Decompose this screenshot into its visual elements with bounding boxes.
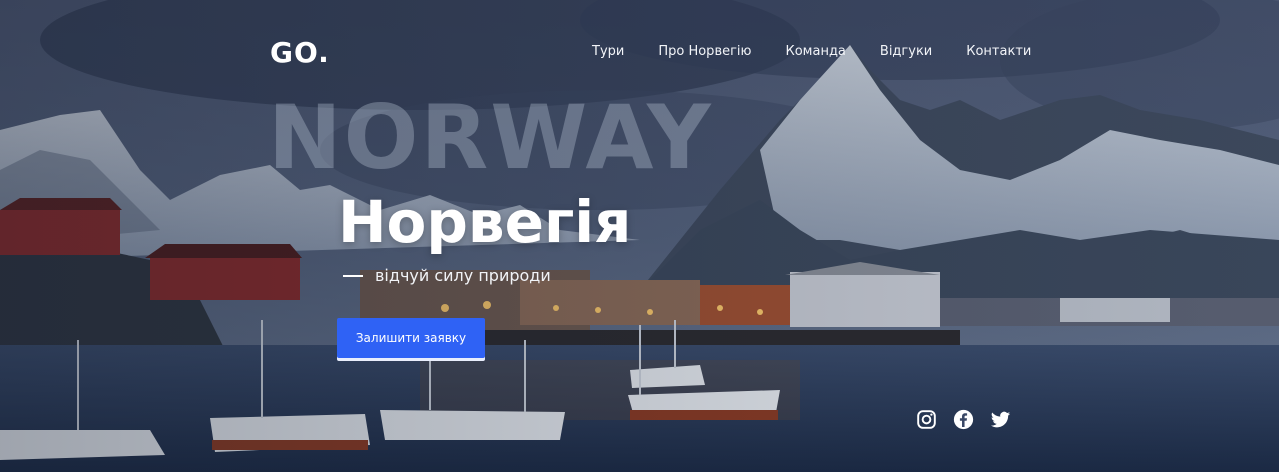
leave-request-button[interactable]: Залишити заявку [337,318,485,358]
facebook-icon[interactable] [953,409,974,430]
tagline-text: відчуй силу природи [375,266,551,285]
logo[interactable]: GO. [270,36,330,69]
social-links [916,409,1011,430]
nav-contacts[interactable]: Контакти [966,44,1031,62]
nav-reviews[interactable]: Відгуки [880,44,932,62]
hero-tagline: відчуй силу природи [343,266,551,285]
main-nav: Тури Про Норвегію Команда Відгуки Контак… [592,44,1065,62]
background-word: NORWAY [268,86,713,189]
hero-section: GO. Тури Про Норвегію Команда Відгуки Ко… [0,0,1279,472]
nav-team[interactable]: Команда [785,44,845,62]
nav-about-norway[interactable]: Про Норвегію [658,44,751,62]
twitter-icon[interactable] [990,409,1011,430]
nav-tours[interactable]: Тури [592,44,624,62]
overlay [0,0,1279,472]
tagline-dash [343,274,363,277]
instagram-icon[interactable] [916,409,937,430]
hero-title: Норвегія [338,188,632,256]
